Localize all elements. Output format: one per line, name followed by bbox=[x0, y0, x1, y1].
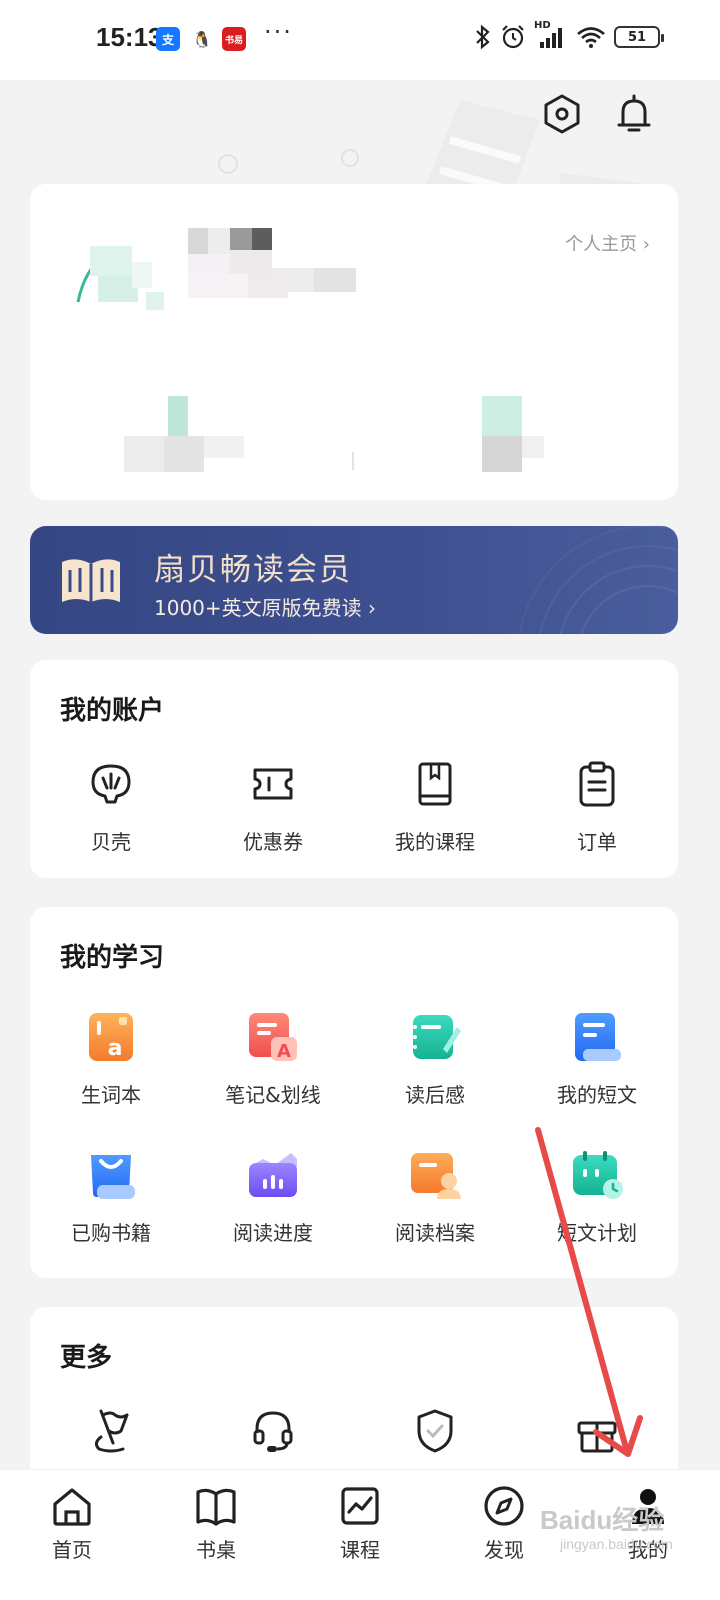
learning-section: 我的学习 a 生词本 A 笔记&划线 读后感 我的短文 已购书籍 阅读进度 阅读… bbox=[30, 907, 678, 1278]
account-section-title: 我的账户 bbox=[60, 696, 165, 726]
more-item-privacy[interactable] bbox=[354, 1403, 516, 1459]
shield-check-icon bbox=[417, 1409, 453, 1453]
learning-item-label: 生词本 bbox=[81, 1083, 141, 1107]
compass-icon bbox=[484, 1486, 524, 1526]
gift-icon bbox=[577, 1421, 617, 1453]
alipay-icon: 支 bbox=[156, 27, 180, 51]
learning-item-vocab-book[interactable]: a 生词本 bbox=[30, 1009, 192, 1108]
clipboard-icon bbox=[579, 761, 615, 807]
purchased-books-icon bbox=[91, 1155, 135, 1199]
avatar[interactable] bbox=[76, 232, 168, 316]
profile-card: 个人主页 › bbox=[30, 184, 678, 500]
svg-text:A: A bbox=[277, 1041, 291, 1062]
course-book-icon bbox=[418, 762, 452, 806]
reading-progress-icon bbox=[249, 1153, 297, 1197]
wifi-icon bbox=[577, 27, 605, 48]
banner-subtitle: 1000+英文原版免费读 › bbox=[154, 596, 377, 620]
learning-item-label: 笔记&划线 bbox=[225, 1083, 321, 1107]
learning-item-label: 阅读进度 bbox=[233, 1221, 313, 1245]
reading-archive-icon bbox=[411, 1153, 461, 1199]
app-notification-icon: 书易 bbox=[222, 27, 246, 51]
qq-icon: 🐧 bbox=[190, 27, 214, 51]
stat-divider bbox=[352, 452, 354, 470]
learning-item-essay-plan[interactable]: 短文计划 bbox=[516, 1147, 678, 1246]
hexagon-settings-icon bbox=[544, 94, 580, 134]
settings-button[interactable] bbox=[540, 92, 584, 136]
review-icon bbox=[413, 1015, 461, 1059]
learning-grid-row-1: a 生词本 A 笔记&划线 读后感 我的短文 bbox=[30, 1009, 678, 1108]
account-item-shell[interactable]: 贝壳 bbox=[30, 756, 192, 855]
learning-section-title: 我的学习 bbox=[60, 943, 165, 973]
home-icon bbox=[53, 1488, 91, 1526]
learning-item-label: 读后感 bbox=[405, 1083, 465, 1107]
more-grid bbox=[30, 1403, 678, 1459]
account-item-label: 贝壳 bbox=[91, 830, 131, 854]
my-essay-icon bbox=[575, 1013, 621, 1061]
svg-text:a: a bbox=[108, 1036, 123, 1061]
notification-button[interactable] bbox=[612, 92, 656, 136]
username-blurred bbox=[188, 228, 358, 322]
more-item-gift[interactable] bbox=[516, 1403, 678, 1459]
banner-ripple-decor bbox=[518, 526, 678, 634]
account-item-label: 优惠券 bbox=[243, 830, 303, 854]
learning-item-label: 短文计划 bbox=[557, 1221, 637, 1245]
nav-label: 发现 bbox=[484, 1538, 524, 1562]
more-item-customer-service[interactable] bbox=[192, 1403, 354, 1459]
essay-plan-icon bbox=[573, 1151, 623, 1199]
nav-label: 课程 bbox=[340, 1538, 380, 1562]
open-book-icon bbox=[62, 559, 120, 602]
headset-icon bbox=[253, 1411, 293, 1452]
account-item-coupon[interactable]: 优惠券 bbox=[192, 756, 354, 855]
learning-item-label: 我的短文 bbox=[557, 1083, 637, 1107]
more-item-flag[interactable] bbox=[30, 1403, 192, 1459]
cellular-signal-icon: HD bbox=[534, 20, 568, 50]
account-item-my-courses[interactable]: 我的课程 bbox=[354, 756, 516, 855]
stat-left-blurred[interactable] bbox=[124, 396, 254, 484]
learning-item-notes[interactable]: A 笔记&划线 bbox=[192, 1009, 354, 1108]
learning-item-reading-archive[interactable]: 阅读档案 bbox=[354, 1147, 516, 1246]
banner-title: 扇贝畅读会员 bbox=[154, 552, 352, 588]
battery-indicator: 51 bbox=[614, 26, 664, 48]
flag-icon bbox=[94, 1409, 129, 1453]
book-desk-icon bbox=[196, 1488, 236, 1526]
baidu-watermark: Baidu经验 bbox=[540, 1505, 665, 1535]
more-section-title: 更多 bbox=[60, 1343, 113, 1373]
header-actions bbox=[540, 92, 656, 136]
alarm-icon bbox=[502, 25, 524, 49]
account-section: 我的账户 贝壳 优惠券 我的课程 订单 bbox=[30, 660, 678, 878]
nav-home[interactable]: 首页 bbox=[0, 1470, 144, 1600]
learning-item-reading-progress[interactable]: 阅读进度 bbox=[192, 1147, 354, 1246]
stat-right-blurred[interactable] bbox=[482, 396, 552, 484]
notes-icon: A bbox=[249, 1013, 297, 1062]
shell-icon bbox=[91, 764, 131, 804]
learning-item-label: 已购书籍 bbox=[71, 1221, 151, 1245]
account-grid: 贝壳 优惠券 我的课程 订单 bbox=[30, 756, 678, 855]
status-indicators: HD 51 bbox=[474, 20, 664, 50]
nav-courses[interactable]: 课程 bbox=[288, 1470, 432, 1600]
avatar-blurred bbox=[76, 246, 164, 310]
learning-item-label: 阅读档案 bbox=[395, 1221, 475, 1245]
personal-homepage-link[interactable]: 个人主页 › bbox=[565, 230, 650, 256]
member-banner[interactable]: 扇贝畅读会员 1000+英文原版免费读 › bbox=[30, 526, 678, 634]
nav-label: 书桌 bbox=[196, 1538, 236, 1562]
status-time: 15:13 bbox=[96, 22, 163, 52]
account-item-label: 我的课程 bbox=[395, 830, 475, 854]
more-notifications-icon: ··· bbox=[264, 18, 293, 46]
course-chart-icon bbox=[341, 1487, 379, 1525]
bell-icon bbox=[617, 94, 651, 132]
coupon-icon bbox=[253, 768, 293, 800]
bluetooth-icon bbox=[476, 24, 490, 50]
baidu-watermark-url: jingyan.baidu.com bbox=[560, 1536, 673, 1552]
vocab-book-icon: a bbox=[89, 1013, 133, 1061]
nav-book-desk[interactable]: 书桌 bbox=[144, 1470, 288, 1600]
learning-grid-row-2: 已购书籍 阅读进度 阅读档案 短文计划 bbox=[30, 1147, 678, 1246]
account-item-label: 订单 bbox=[577, 830, 617, 854]
status-bar: 15:13 支 🐧 书易 ··· HD 51 bbox=[0, 0, 720, 80]
nav-label: 首页 bbox=[52, 1538, 92, 1562]
learning-item-purchased-books[interactable]: 已购书籍 bbox=[30, 1147, 192, 1246]
learning-item-my-essays[interactable]: 我的短文 bbox=[516, 1009, 678, 1108]
account-item-orders[interactable]: 订单 bbox=[516, 756, 678, 855]
learning-item-review[interactable]: 读后感 bbox=[354, 1009, 516, 1108]
